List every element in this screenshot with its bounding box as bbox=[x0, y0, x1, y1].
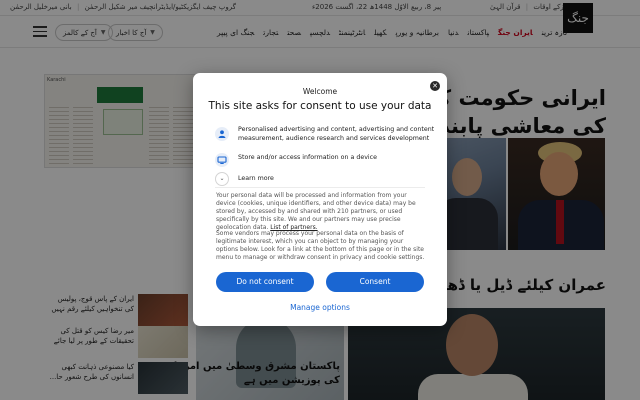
consent-button[interactable]: Consent bbox=[326, 272, 424, 292]
chevron-down-icon: ⌄ bbox=[215, 172, 229, 186]
learn-more-toggle[interactable]: ⌄ Learn more bbox=[215, 172, 437, 186]
device-icon bbox=[215, 153, 229, 167]
dialog-welcome: Welcome bbox=[302, 87, 338, 96]
dialog-title: This site asks for consent to use your d… bbox=[208, 100, 432, 112]
manage-options-button[interactable]: Manage options bbox=[193, 303, 447, 312]
consent-paragraph-1: Your personal data will be processed and… bbox=[216, 192, 426, 232]
learn-more-label: Learn more bbox=[238, 175, 274, 182]
purpose-text: Personalised advertising and content, ad… bbox=[238, 126, 435, 142]
person-icon bbox=[215, 127, 229, 141]
consent-dialog: ✕ Welcome This site asks for consent to … bbox=[193, 73, 447, 326]
page: گروپ چیف ایگزیکٹیو/ایڈیٹرانچیف میر شکیل … bbox=[0, 0, 640, 400]
divider bbox=[215, 187, 425, 188]
consent-paragraph-2: Some vendors may process your personal d… bbox=[216, 230, 425, 261]
do-not-consent-button[interactable]: Do not consent bbox=[216, 272, 314, 292]
purpose-text: Store and/or access information on a dev… bbox=[238, 154, 378, 161]
